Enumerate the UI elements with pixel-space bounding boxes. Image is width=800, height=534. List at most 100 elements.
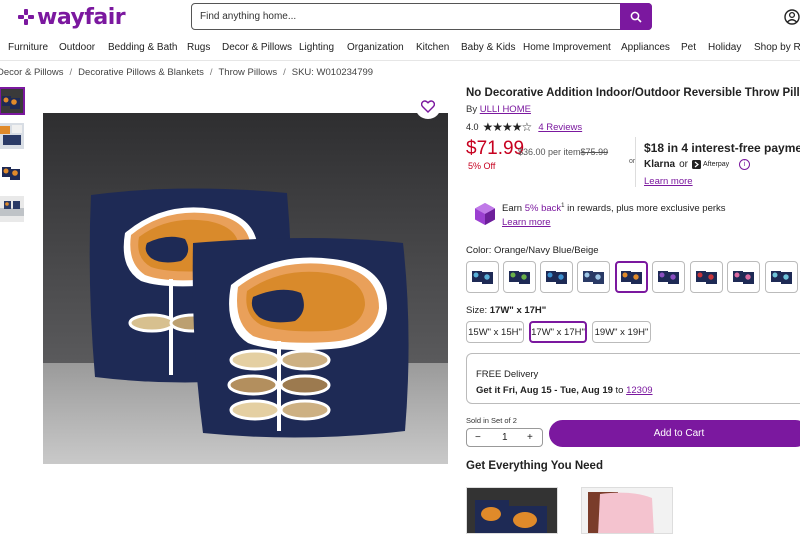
divider [635, 137, 636, 187]
nav-item-bedding-bath[interactable]: Bedding & Bath [108, 42, 178, 53]
rewards-pre: Earn [502, 203, 525, 215]
nav-item-decor-pillows[interactable]: Decor & Pillows [222, 42, 292, 53]
breadcrumb-item[interactable]: Decor & Pillows [0, 67, 64, 78]
sku-label: SKU: W010234799 [291, 67, 374, 78]
breadcrumb: Decor & Pillows / Decorative Pillows & Bla… [0, 67, 373, 78]
zip-code-link[interactable]: 12309 [626, 385, 652, 396]
brand-link[interactable]: ULLI HOME [480, 104, 531, 115]
account-icon[interactable] [784, 8, 800, 26]
nav-item-pet[interactable]: Pet [681, 42, 696, 53]
quantity-value[interactable]: 1 [502, 432, 508, 443]
quantity-stepper: − 1 + [466, 428, 543, 447]
nav-item-holiday[interactable]: Holiday [708, 42, 741, 53]
size-option[interactable]: 19W" x 19H" [592, 321, 651, 343]
search-bar [191, 3, 652, 30]
info-icon[interactable]: i [739, 159, 751, 170]
color-label-text: Color: [466, 245, 492, 256]
add-to-cart-button[interactable]: Add to Cart [549, 420, 800, 447]
per-item-price: $36.00 per item$75.99 [518, 147, 608, 157]
size-option[interactable]: 15W" x 15H" [466, 321, 524, 343]
discount-badge: 5% Off [468, 161, 496, 171]
size-option-selected[interactable]: 17W" x 17H" [529, 321, 587, 343]
nav-item-rugs[interactable]: Rugs [187, 42, 210, 53]
breadcrumb-item[interactable]: Decorative Pillows & Blankets [78, 67, 204, 78]
product-title: No Decorative Addition Indoor/Outdoor Re… [466, 87, 800, 99]
color-swatch[interactable] [503, 261, 536, 293]
recommendation-card[interactable] [466, 487, 558, 534]
nav-item-lighting[interactable]: Lighting [299, 42, 334, 53]
search-button[interactable] [620, 3, 652, 30]
nav-item-shop-by-room[interactable]: Shop by Ro [754, 42, 800, 53]
breadcrumb-sep: / [209, 67, 213, 78]
product-image[interactable] [43, 113, 448, 464]
favorite-button[interactable] [415, 93, 441, 119]
rating-row: 4.0 ★★★★☆ 4 Reviews [466, 120, 582, 134]
nav-item-baby-kids[interactable]: Baby & Kids [461, 42, 515, 53]
color-swatch[interactable] [727, 261, 760, 293]
sale-price: $71.99 [466, 138, 525, 159]
afterpay-logo: Afterpay [692, 160, 729, 169]
logo[interactable]: wayfair [18, 4, 126, 30]
afterpay-text: Afterpay [703, 161, 730, 168]
color-label: Color: Orange/Navy Blue/Beige [466, 245, 599, 256]
nav-item-furniture[interactable]: Furniture [8, 42, 48, 53]
brand-line: By ULLI HOME [466, 104, 531, 115]
color-swatch[interactable] [466, 261, 499, 293]
thumbnail[interactable] [0, 196, 24, 222]
nav-item-appliances[interactable]: Appliances [621, 42, 670, 53]
learn-more-link[interactable]: Learn more [644, 176, 693, 187]
color-swatch[interactable] [690, 261, 723, 293]
breadcrumb-sep: / [69, 67, 73, 78]
search-input[interactable] [200, 4, 620, 29]
color-swatch[interactable] [652, 261, 685, 293]
nav-item-kitchen[interactable]: Kitchen [416, 42, 449, 53]
category-nav: Furniture Outdoor Bedding & Bath Rugs De… [0, 38, 800, 58]
section-heading: Get Everything You Need [466, 460, 603, 472]
color-swatch[interactable] [577, 261, 610, 293]
payment-providers: Klarna or Afterpay i [644, 159, 751, 170]
color-swatch-selected[interactable] [615, 261, 648, 293]
quantity-increase-button[interactable]: + [527, 432, 533, 443]
color-value: Orange/Navy Blue/Beige [493, 245, 599, 256]
color-swatch[interactable] [540, 261, 573, 293]
set-size-label: Sold in Set of 2 [466, 416, 517, 425]
search-icon [630, 11, 642, 23]
installment-text: $18 in 4 interest-free payments [644, 141, 800, 155]
color-swatch[interactable] [765, 261, 798, 293]
delivery-title: FREE Delivery [476, 369, 539, 380]
rewards-learn-more-link[interactable]: Learn more [502, 217, 551, 228]
afterpay-icon [692, 160, 702, 169]
delivery-date: Get it Fri, Aug 15 - Tue, Aug 19 [476, 385, 613, 396]
was-price: $75.99 [580, 147, 609, 157]
klarna-logo: Klarna [644, 159, 676, 170]
size-value: 17W" x 17H" [489, 305, 547, 316]
reviews-link[interactable]: 4 Reviews [538, 122, 582, 133]
nav-divider [0, 60, 800, 61]
rewards-text: Earn 5% back1 in rewards, plus more excl… [502, 203, 726, 214]
size-label: Size: 17W" x 17H" [466, 305, 546, 316]
size-label-text: Size: [466, 305, 488, 316]
or-label: or [679, 159, 689, 170]
wayfair-logo-icon [18, 9, 34, 25]
rewards-post: in rewards, plus more exclusive perks [564, 203, 726, 215]
breadcrumb-item[interactable]: Throw Pillows [218, 67, 277, 78]
thumbnail[interactable] [0, 87, 25, 115]
rewards-icon [475, 203, 495, 225]
by-label: By [466, 104, 478, 115]
recommendation-card[interactable] [581, 487, 673, 534]
logo-text: wayfair [37, 4, 126, 30]
nav-item-organization[interactable]: Organization [347, 42, 404, 53]
nav-item-home-improvement[interactable]: Home Improvement [523, 42, 611, 53]
delivery-to: to [615, 385, 624, 396]
delivery-box: FREE Delivery Get it Fri, Aug 15 - Tue, … [466, 353, 800, 404]
quantity-decrease-button[interactable]: − [475, 432, 481, 443]
header: wayfair [0, 0, 800, 36]
star-rating-icon: ★★★★☆ [482, 120, 533, 134]
nav-item-outdoor[interactable]: Outdoor [59, 42, 95, 53]
rating-value: 4.0 [466, 122, 479, 132]
breadcrumb-sep: / [283, 67, 286, 78]
heart-icon [421, 99, 435, 113]
thumbnail[interactable] [0, 123, 24, 149]
delivery-date-line: Get it Fri, Aug 15 - Tue, Aug 19 to 1230… [476, 385, 653, 396]
thumbnail[interactable] [0, 160, 24, 186]
